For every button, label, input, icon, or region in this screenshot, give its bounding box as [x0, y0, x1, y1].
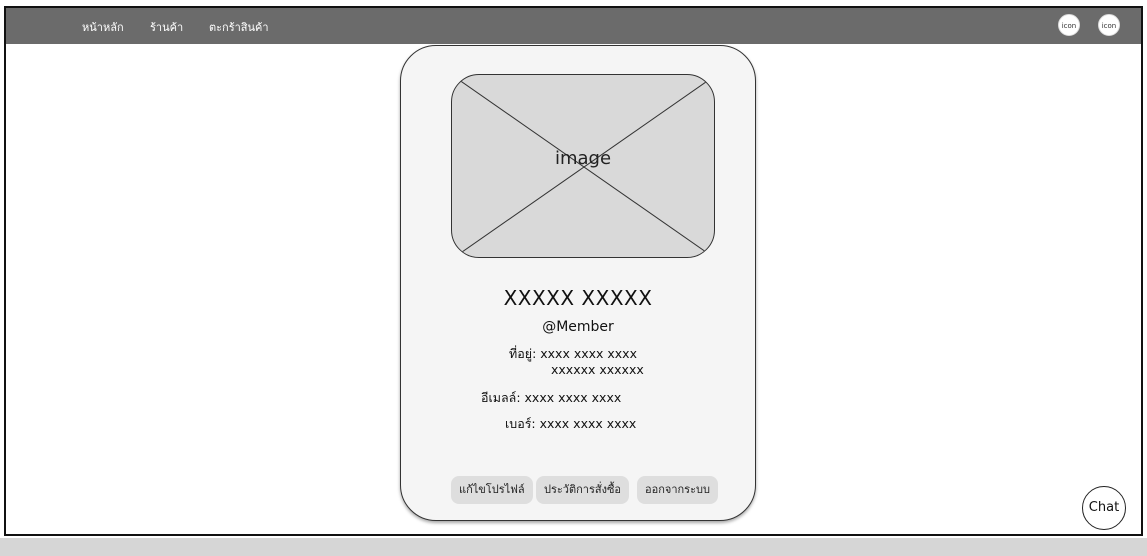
profile-email: อีเมลล์: xxxx xxxx xxxx [481, 390, 622, 405]
profile-address-line1: ที่อยู่: xxxx xxxx xxxx [509, 346, 637, 361]
profile-name: XXXXX XXXXX [503, 286, 653, 310]
nav-cart-link[interactable]: ตะกร้าสินค้า [209, 18, 269, 36]
footer-bar [0, 538, 1147, 556]
profile-phone: เบอร์: xxxx xxxx xxxx [505, 416, 637, 431]
logout-button[interactable]: ออกจากระบบ [637, 476, 718, 504]
chat-button[interactable]: Chat [1082, 486, 1126, 530]
profile-address-line2: xxxxxx xxxxxx [551, 362, 644, 377]
edit-profile-button[interactable]: แก้ไขโปรไฟล์ [451, 476, 533, 504]
profile-card: image XXXXX XXXXX @Member ที่อยู่: xxxx … [400, 45, 756, 521]
nav-home-link[interactable]: หน้าหลัก [82, 18, 124, 36]
top-navbar: หน้าหลัก ร้านค้า ตะกร้าสินค้า icon icon [6, 8, 1141, 44]
order-history-button[interactable]: ประวัติการสั่งซื้อ [536, 476, 630, 504]
profile-image-placeholder: image [451, 74, 715, 258]
nav-shop-link[interactable]: ร้านค้า [150, 18, 183, 36]
nav-icon-2[interactable]: icon [1098, 14, 1120, 36]
image-label: image [554, 148, 612, 169]
nav-icon-1[interactable]: icon [1058, 14, 1080, 36]
profile-role: @Member [542, 319, 614, 335]
